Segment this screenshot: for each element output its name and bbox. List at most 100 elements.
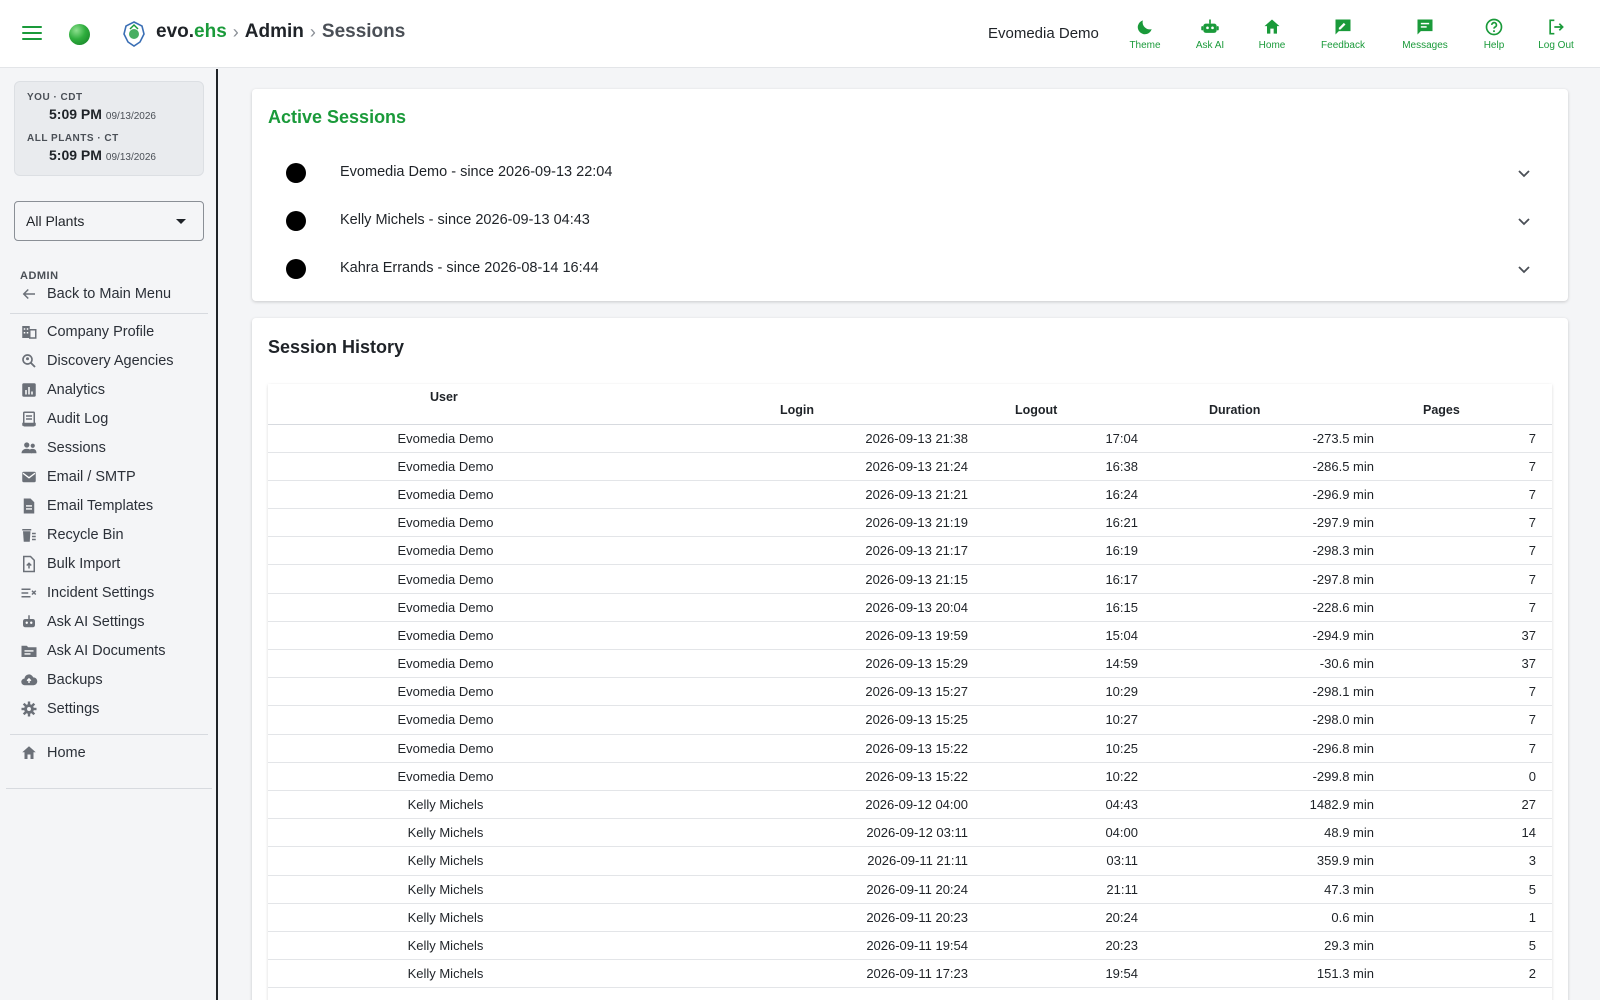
cell-duration: -298.0 min: [1138, 705, 1374, 735]
table-row[interactable]: Evomedia Demo 2026-09-13 15:25 10:27 -298.0…: [268, 705, 1552, 735]
sidebar-item-analytics[interactable]: Analytics: [20, 377, 210, 403]
column-header-logout[interactable]: Logout: [968, 384, 1138, 425]
messages-button[interactable]: Messages: [1393, 17, 1457, 57]
caret-down-icon: [176, 219, 186, 224]
messages-label: Messages: [1402, 40, 1448, 51]
cell-pages: 37: [1374, 621, 1552, 651]
column-header-duration[interactable]: Duration: [1138, 384, 1374, 425]
sidebar-item-label: Bulk Import: [47, 556, 121, 572]
sidebar-item-back[interactable]: Back to Main Menu: [20, 281, 210, 307]
sidebar-item-label: Email / SMTP: [47, 469, 136, 485]
cell-logout: 10:27: [968, 705, 1138, 735]
analytics-icon: [22, 383, 36, 397]
table-row[interactable]: Kelly Michels 2026-09-12 04:00 04:43 1482.9…: [268, 790, 1552, 820]
top-bar: evo. ehs › Admin › Sessions Evomedia Demo…: [0, 0, 1600, 68]
column-header-pages[interactable]: Pages: [1374, 384, 1552, 425]
table-row[interactable]: Kelly Michels 2026-09-11 21:11 03:11 359.9 …: [268, 846, 1552, 876]
table-row[interactable]: Kelly Michels 2026-09-11 17:23 19:54 151.3 …: [268, 959, 1552, 989]
cell-login: 2026-09-13 19:59: [623, 621, 968, 651]
brand-prefix[interactable]: evo.: [156, 21, 194, 43]
cloud-icon: [21, 674, 38, 686]
sidebar-item-recycle-bin[interactable]: Recycle Bin: [20, 522, 210, 548]
sidebar-item-backups[interactable]: Backups: [20, 667, 210, 693]
sidebar-item-email-templates[interactable]: Email Templates: [20, 493, 210, 519]
table-row[interactable]: Evomedia Demo 2026-09-13 21:38 17:04 -273.5…: [268, 424, 1552, 453]
chevron-down-icon[interactable]: [1516, 261, 1532, 277]
cell-pages: 14: [1374, 818, 1552, 848]
table-row[interactable]: Evomedia Demo 2026-09-13 21:19 16:21 -297.9…: [268, 508, 1552, 538]
table-row[interactable]: Evomedia Demo 2026-09-13 21:24 16:38 -286.5…: [268, 452, 1552, 481]
active-session-row[interactable]: Kahra Errands - since 2026-08-14 16:44: [268, 247, 1552, 291]
home-button[interactable]: Home: [1240, 17, 1304, 57]
cell-user: Evomedia Demo: [268, 452, 623, 481]
cell-duration: 359.9 min: [1138, 846, 1374, 876]
cell-logout: 17:04: [968, 424, 1138, 453]
brand-suffix[interactable]: ehs: [194, 21, 227, 43]
table-row[interactable]: Evomedia Demo 2026-09-13 15:22 10:25 -296.8…: [268, 734, 1552, 763]
ask-ai-label: Ask AI: [1195, 40, 1225, 51]
active-session-row[interactable]: Evomedia Demo - since 2026-09-13 22:04: [268, 151, 1552, 195]
logout-button[interactable]: Log Out: [1524, 17, 1588, 57]
ask-ai-button[interactable]: Ask AI: [1178, 17, 1242, 57]
cell-pages: 7: [1374, 536, 1552, 566]
cell-duration: -296.9 min: [1138, 480, 1374, 510]
table-row[interactable]: Kelly Michels 2026-09-11 20:23 20:24 0.6 mi…: [268, 903, 1552, 932]
sidebar-item-email-smtp[interactable]: Email / SMTP: [20, 464, 210, 490]
sidebar-item-settings[interactable]: Settings: [20, 696, 210, 722]
column-header-login[interactable]: Login: [623, 384, 968, 425]
column-header-label: Pages: [1423, 403, 1460, 417]
cell-logout: 20:23: [968, 931, 1138, 961]
table-row[interactable]: Evomedia Demo 2026-09-13 21:21 16:24 -296.9…: [268, 480, 1552, 510]
sidebar-item-ask-ai-settings[interactable]: Ask AI Settings: [20, 609, 210, 635]
table-row[interactable]: Evomedia Demo 2026-09-13 21:17 16:19 -298.3…: [268, 536, 1552, 566]
menu-icon[interactable]: [20, 22, 44, 46]
cell-login: 2026-09-13 21:38: [623, 424, 968, 453]
cell-user: Evomedia Demo: [268, 536, 623, 566]
table-row[interactable]: Kelly Michels 2026-09-12 03:11 04:00 48.9 m…: [268, 818, 1552, 848]
sidebar-item-home[interactable]: Home: [20, 740, 210, 766]
table-row[interactable]: Evomedia Demo 2026-09-13 19:59 15:04 -294.9…: [268, 621, 1552, 651]
chevron-down-icon[interactable]: [1516, 165, 1532, 181]
sidebar-item-label: Home: [47, 745, 86, 761]
column-header-user[interactable]: User: [268, 384, 623, 425]
theme-button[interactable]: Theme: [1113, 17, 1177, 57]
sidebar-item-label: Discovery Agencies: [47, 353, 174, 369]
cell-logout: 16:15: [968, 593, 1138, 622]
cell-pages: 7: [1374, 452, 1552, 481]
active-sessions-card: Active Sessions Evomedia Demo - since 20…: [252, 89, 1568, 301]
table-row[interactable]: Evomedia Demo 2026-09-13 15:27 10:29 -298.1…: [268, 677, 1552, 707]
table-row[interactable]: Kelly Michels 2026-09-11 19:54 20:23 29.3 m…: [268, 931, 1552, 961]
help-button[interactable]: Help: [1462, 17, 1526, 57]
people-icon: [21, 442, 37, 454]
table-row[interactable]: Evomedia Demo 2026-09-13 15:22 10:22 -299.8…: [268, 762, 1552, 791]
cell-user: Kelly Michels: [268, 931, 623, 961]
sidebar-item-company-profile[interactable]: Company Profile: [20, 319, 210, 345]
table-header-row: User Login Logout Duration Pages: [268, 384, 1552, 425]
cell-user: Evomedia Demo: [268, 649, 623, 679]
sidebar-item-audit-log[interactable]: Audit Log: [20, 406, 210, 432]
cell-duration: -298.3 min: [1138, 536, 1374, 566]
sidebar-item-ask-ai-documents[interactable]: Ask AI Documents: [20, 638, 210, 664]
active-session-row[interactable]: Kelly Michels - since 2026-09-13 04:43: [268, 199, 1552, 243]
cell-pages: 7: [1374, 734, 1552, 763]
breadcrumb-admin-link[interactable]: Admin: [245, 21, 304, 43]
cell-logout: 16:38: [968, 452, 1138, 481]
table-row[interactable]: Evomedia Demo 2026-09-13 21:15 16:17 -297.8…: [268, 564, 1552, 594]
sidebar-item-incident-settings[interactable]: Incident Settings: [20, 580, 210, 606]
table-row[interactable]: Kelly Michels 2026-09-11 20:24 21:11 47.3 m…: [268, 875, 1552, 904]
cell-login: 2026-09-11 21:11: [623, 846, 968, 876]
cell-logout: 21:11: [968, 875, 1138, 904]
sidebar-divider: [6, 788, 212, 789]
session-history-body: Evomedia Demo 2026-09-13 21:38 17:04 -273.5…: [268, 424, 1552, 989]
table-row[interactable]: Evomedia Demo 2026-09-13 20:04 16:15 -228.6…: [268, 593, 1552, 622]
feedback-button[interactable]: Feedback: [1311, 17, 1375, 57]
cell-logout: 10:25: [968, 734, 1138, 763]
sidebar-item-sessions[interactable]: Sessions: [20, 435, 210, 461]
table-row[interactable]: Evomedia Demo 2026-09-13 15:29 14:59 -30.6 …: [268, 649, 1552, 679]
sidebar-item-discovery-agencies[interactable]: Discovery Agencies: [20, 348, 210, 374]
sidebar-item-bulk-import[interactable]: Bulk Import: [20, 551, 210, 577]
plant-select[interactable]: All Plants: [14, 201, 204, 241]
cell-pages: 0: [1374, 762, 1552, 791]
chevron-down-icon[interactable]: [1516, 213, 1532, 229]
audit-log-icon: [22, 411, 36, 427]
